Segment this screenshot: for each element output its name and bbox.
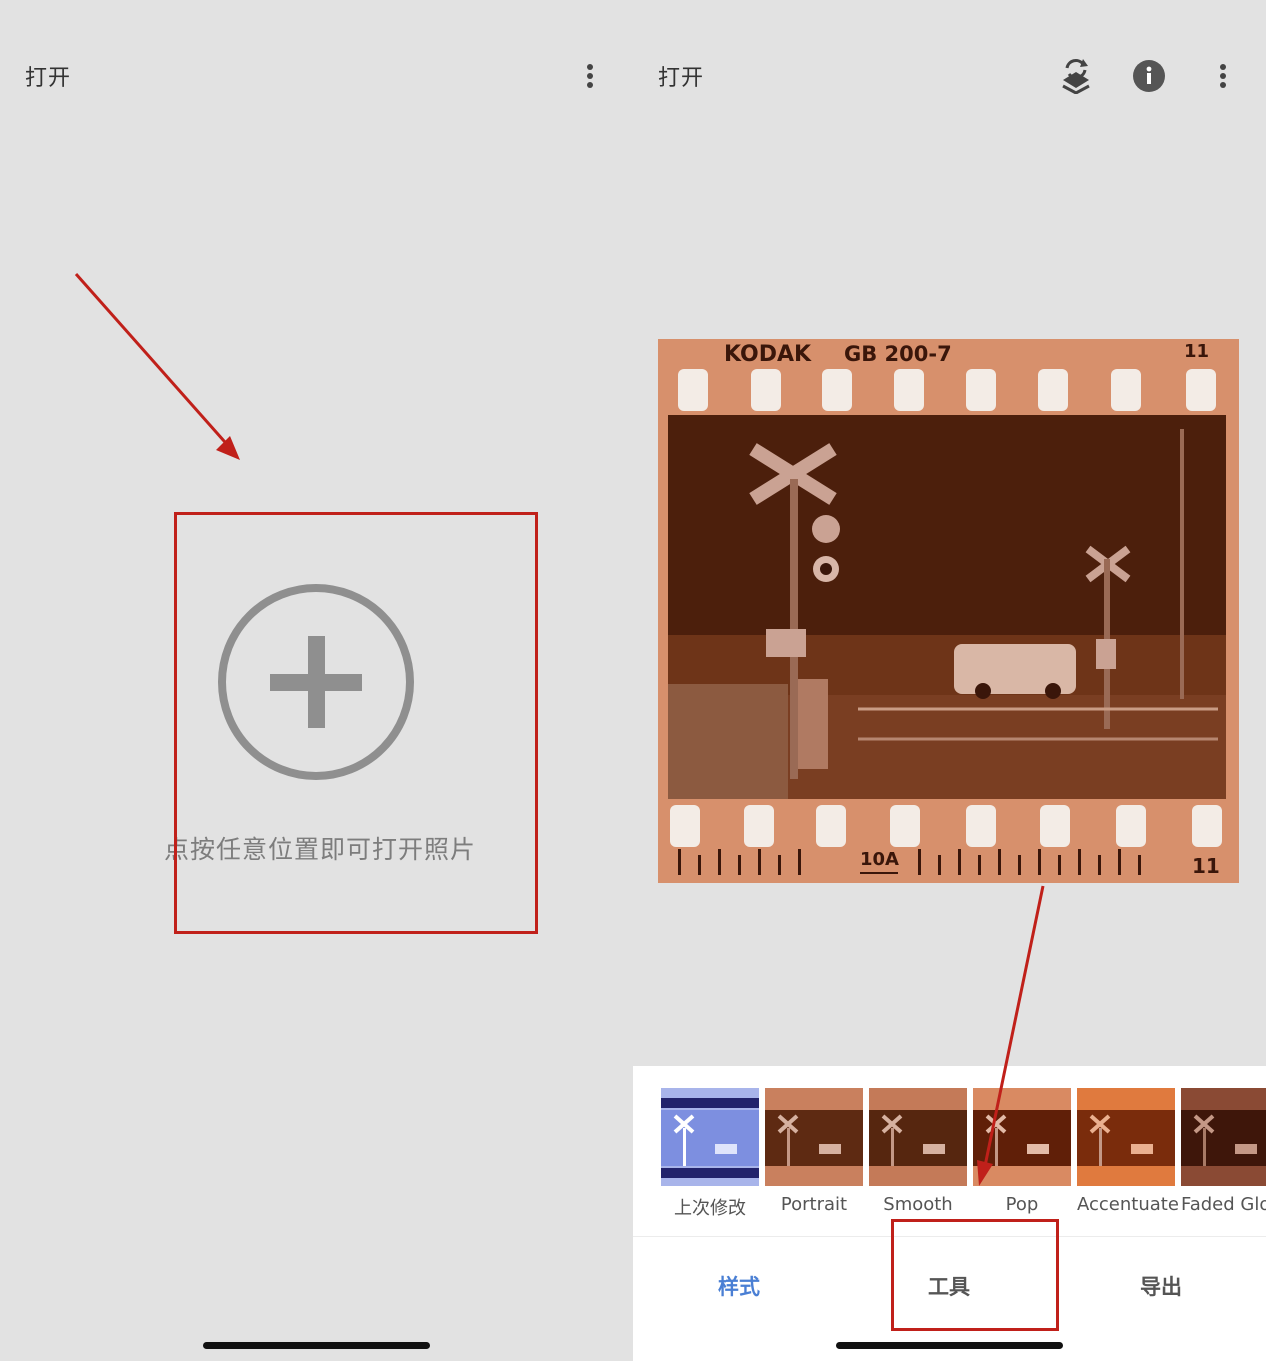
open-screen[interactable]: 打开 点按任意位置即可打开照片 xyxy=(0,0,633,1361)
look-label: Pop xyxy=(1005,1194,1039,1215)
info-icon[interactable] xyxy=(1129,56,1169,96)
tab-tools[interactable]: 工具 xyxy=(879,1271,1019,1301)
tab-export[interactable]: 导出 xyxy=(1091,1271,1231,1301)
sheet-divider xyxy=(633,1236,1266,1237)
look-item[interactable]: Accentuate xyxy=(1077,1088,1179,1215)
add-circle-icon[interactable] xyxy=(216,582,416,782)
photo-preview[interactable]: KODAK GB 200-7 11 10A 11 xyxy=(658,339,1239,883)
look-label: 上次修改 xyxy=(674,1198,746,1219)
more-vert-icon[interactable] xyxy=(570,56,610,96)
editor-screen: 打开 KODAK GB 200-7 11 10A 11 上次修改 Portrai… xyxy=(633,0,1266,1361)
look-label: Smooth xyxy=(883,1194,953,1215)
look-thumbnail xyxy=(869,1088,967,1186)
annotation-arrow xyxy=(74,273,240,460)
home-indicator xyxy=(836,1342,1063,1349)
more-vert-icon[interactable] xyxy=(1203,56,1243,96)
layers-edit-icon[interactable] xyxy=(1056,56,1096,96)
open-button[interactable]: 打开 xyxy=(658,60,704,92)
look-item[interactable]: Pop xyxy=(973,1088,1071,1215)
look-thumbnail xyxy=(1077,1088,1175,1186)
look-item[interactable]: Portrait xyxy=(765,1088,863,1215)
photo-frame-bottom-right: 11 xyxy=(1192,854,1220,878)
look-label: Portrait xyxy=(780,1194,848,1215)
photo-frame-bottom-left: 10A xyxy=(860,849,899,870)
look-thumbnail xyxy=(765,1088,863,1186)
bottom-sheet: 上次修改 Portrait Smooth Pop Accentuate Fade… xyxy=(633,1066,1266,1361)
look-thumbnail xyxy=(661,1088,759,1186)
photo-film-text: GB 200-7 xyxy=(844,342,952,366)
home-indicator xyxy=(203,1342,430,1349)
open-button[interactable]: 打开 xyxy=(25,60,71,92)
open-photo-hint: 点按任意位置即可打开照片 xyxy=(163,835,476,864)
photo-frame-top: 11 xyxy=(1184,341,1209,362)
look-item[interactable]: Faded Glow xyxy=(1181,1088,1266,1215)
look-label: Faded Glow xyxy=(1181,1194,1266,1215)
look-item[interactable]: 上次修改 xyxy=(661,1088,759,1220)
look-thumbnail xyxy=(973,1088,1071,1186)
looks-strip[interactable]: 上次修改 Portrait Smooth Pop Accentuate Fade… xyxy=(633,1066,1266,1236)
look-item[interactable]: Smooth xyxy=(869,1088,967,1215)
tab-styles[interactable]: 样式 xyxy=(669,1271,809,1301)
look-label: Accentuate xyxy=(1077,1194,1179,1215)
photo-brand-text: KODAK xyxy=(724,342,812,367)
look-thumbnail xyxy=(1181,1088,1266,1186)
